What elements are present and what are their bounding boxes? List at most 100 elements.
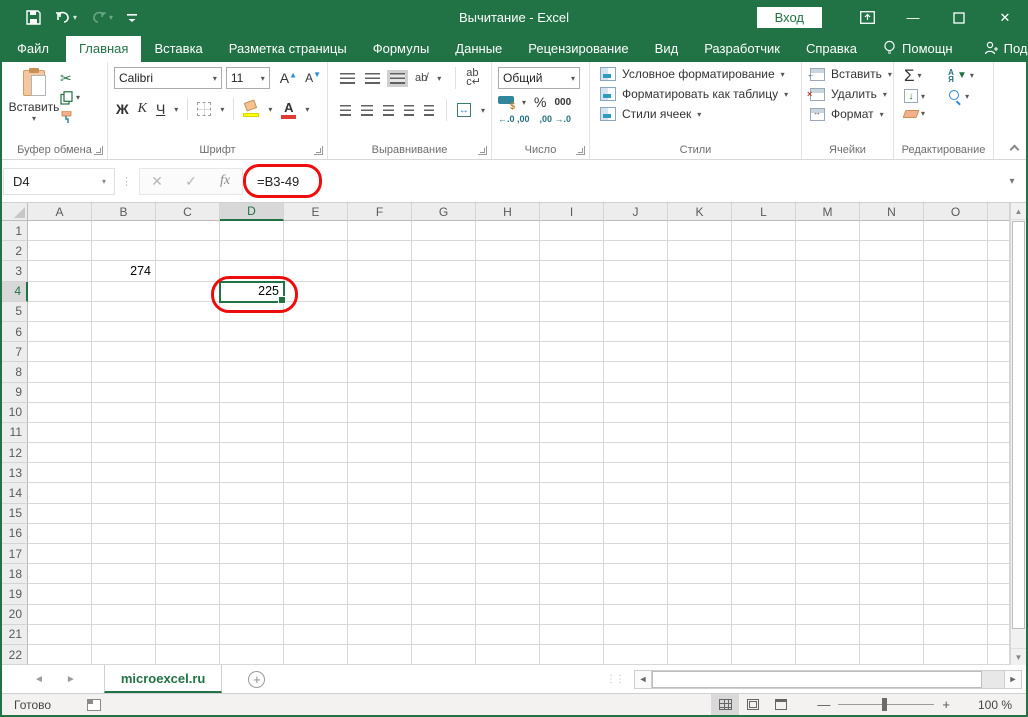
cancel-entry-icon[interactable]: ✕	[140, 173, 174, 190]
cell-O20[interactable]	[924, 604, 988, 625]
cell-D17[interactable]	[220, 544, 284, 565]
cell-O16[interactable]	[924, 523, 988, 544]
cell-I13[interactable]	[540, 463, 604, 484]
cell-J3[interactable]	[604, 261, 668, 282]
column-header-F[interactable]: F	[348, 203, 412, 221]
cell-N8[interactable]	[860, 362, 924, 383]
cell-C12[interactable]	[156, 443, 220, 464]
cell-E1[interactable]	[284, 221, 348, 242]
cell-A6[interactable]	[28, 321, 92, 343]
cell-F21[interactable]	[348, 624, 412, 645]
cell-partial[interactable]	[988, 221, 1010, 242]
cell-H16[interactable]	[476, 523, 540, 544]
cell-C5[interactable]	[156, 301, 220, 322]
cell-D12[interactable]	[220, 443, 284, 464]
cell-styles-button[interactable]: Стили ячеек ▾	[600, 107, 795, 121]
sheet-nav-left-icon[interactable]: ◄	[34, 674, 44, 685]
zoom-in-icon[interactable]: +	[934, 697, 958, 712]
cell-K21[interactable]	[668, 624, 732, 645]
cell-F1[interactable]	[348, 221, 412, 242]
cell-E14[interactable]	[284, 483, 348, 504]
cell-H2[interactable]	[476, 241, 540, 262]
cell-M16[interactable]	[796, 523, 860, 544]
cell-J7[interactable]	[604, 342, 668, 363]
cell-O8[interactable]	[924, 362, 988, 383]
cell-G14[interactable]	[412, 483, 476, 504]
cell-D21[interactable]	[220, 624, 284, 645]
underline-button[interactable]: Ч	[156, 101, 165, 117]
cell-partial[interactable]	[988, 564, 1010, 585]
cell-I20[interactable]	[540, 604, 604, 625]
cell-F16[interactable]	[348, 523, 412, 544]
cell-E6[interactable]	[284, 321, 348, 343]
cell-E13[interactable]	[284, 463, 348, 484]
insert-cells-button[interactable]: Вставить▾	[807, 67, 892, 81]
cell-N19[interactable]	[860, 584, 924, 605]
wrap-text-icon[interactable]: ab c↵	[466, 68, 481, 88]
collapse-ribbon-icon[interactable]	[1009, 144, 1020, 155]
cell-A15[interactable]	[28, 503, 92, 524]
cell-N16[interactable]	[860, 523, 924, 544]
cell-K12[interactable]	[668, 443, 732, 464]
cell-J1[interactable]	[604, 221, 668, 242]
cell-K14[interactable]	[668, 483, 732, 504]
cell-C13[interactable]	[156, 463, 220, 484]
row-header-15[interactable]: 15	[2, 503, 28, 524]
normal-view-button[interactable]	[711, 694, 740, 715]
cell-partial[interactable]	[988, 644, 1010, 665]
cell-O18[interactable]	[924, 564, 988, 585]
cell-J5[interactable]	[604, 301, 668, 322]
cell-K18[interactable]	[668, 564, 732, 585]
cell-H6[interactable]	[476, 321, 540, 343]
cell-D20[interactable]	[220, 604, 284, 625]
cell-F3[interactable]	[348, 261, 412, 282]
cell-I3[interactable]	[540, 261, 604, 282]
cell-partial[interactable]	[988, 503, 1010, 524]
underline-caret[interactable]: ▾	[174, 105, 178, 114]
cell-N11[interactable]	[860, 422, 924, 444]
cell-F20[interactable]	[348, 604, 412, 625]
cell-C10[interactable]	[156, 402, 220, 423]
row-header-9[interactable]: 9	[2, 382, 28, 403]
undo-icon[interactable]: ▾	[55, 11, 77, 25]
cell-K20[interactable]	[668, 604, 732, 625]
cell-H20[interactable]	[476, 604, 540, 625]
cell-I7[interactable]	[540, 342, 604, 363]
cell-C1[interactable]	[156, 221, 220, 242]
column-header-H[interactable]: H	[476, 203, 540, 221]
cell-A7[interactable]	[28, 342, 92, 363]
cell-M2[interactable]	[796, 241, 860, 262]
cell-D10[interactable]	[220, 402, 284, 423]
row-header-2[interactable]: 2	[2, 241, 28, 262]
cell-J9[interactable]	[604, 382, 668, 403]
sheet-nav-right-icon[interactable]: ►	[66, 674, 76, 685]
cell-C8[interactable]	[156, 362, 220, 383]
cell-partial[interactable]	[988, 281, 1010, 302]
cell-C21[interactable]	[156, 624, 220, 645]
cell-M7[interactable]	[796, 342, 860, 363]
enter-entry-icon[interactable]: ✓	[174, 173, 208, 190]
row-header-3[interactable]: 3	[2, 261, 28, 282]
cell-N12[interactable]	[860, 443, 924, 464]
cell-L17[interactable]	[732, 544, 796, 565]
cell-J16[interactable]	[604, 523, 668, 544]
cell-A22[interactable]	[28, 644, 92, 665]
conditional-formatting-button[interactable]: Условное форматирование ▾	[600, 67, 795, 81]
cell-M15[interactable]	[796, 503, 860, 524]
cell-B9[interactable]	[92, 382, 156, 403]
cell-partial[interactable]	[988, 342, 1010, 363]
alignment-dialog-launcher[interactable]	[478, 146, 487, 155]
cell-F2[interactable]	[348, 241, 412, 262]
cell-A18[interactable]	[28, 564, 92, 585]
select-all-corner[interactable]	[2, 203, 28, 221]
cell-partial[interactable]	[988, 241, 1010, 262]
row-header-19[interactable]: 19	[2, 584, 28, 605]
format-as-table-button[interactable]: Форматировать как таблицу ▾	[600, 87, 795, 101]
cell-E8[interactable]	[284, 362, 348, 383]
cell-B22[interactable]	[92, 644, 156, 665]
row-header-13[interactable]: 13	[2, 463, 28, 484]
cell-N9[interactable]	[860, 382, 924, 403]
share-button[interactable]: Поделиться	[970, 36, 1028, 62]
cell-G15[interactable]	[412, 503, 476, 524]
zoom-slider[interactable]: — +	[809, 697, 958, 712]
